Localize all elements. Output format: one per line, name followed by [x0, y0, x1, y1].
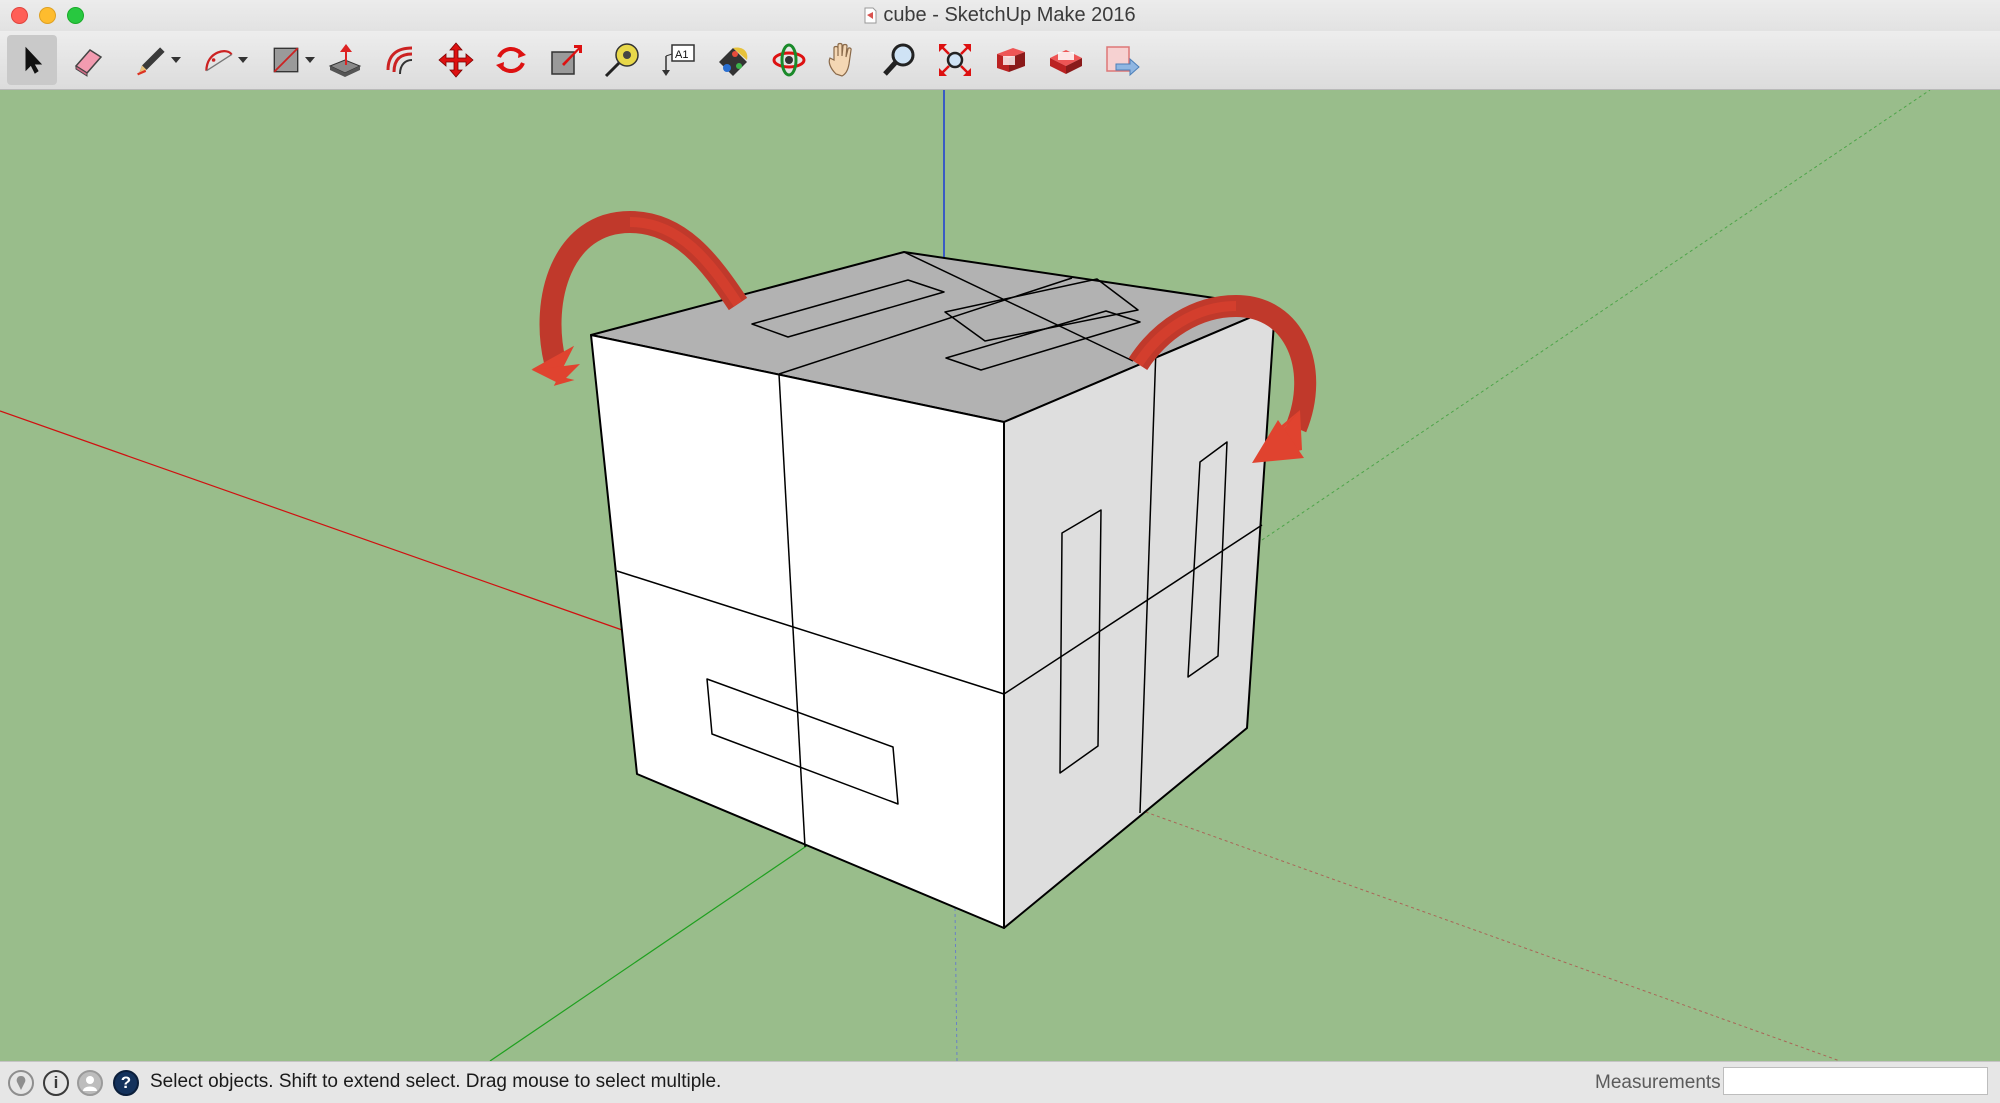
window-controls — [11, 7, 84, 24]
move-tool-button[interactable] — [431, 35, 481, 85]
document-icon — [864, 7, 877, 24]
rectangle-tool-button[interactable] — [257, 35, 315, 85]
user-account-icon[interactable] — [77, 1070, 103, 1096]
zoom-icon — [883, 43, 915, 76]
rectangle-tool-dropdown-caret[interactable] — [305, 57, 315, 63]
green-axis-dashed-line — [1261, 90, 1931, 541]
svg-text:A1: A1 — [675, 49, 688, 61]
close-window-button[interactable] — [11, 7, 28, 24]
measurements-input[interactable] — [1723, 1067, 1988, 1095]
line-tool-button[interactable] — [123, 35, 181, 85]
zoom-tool-button[interactable] — [875, 35, 925, 85]
red-axis-line — [0, 410, 626, 632]
scene-canvas[interactable] — [0, 90, 2000, 1061]
text-icon: A1 — [662, 44, 695, 76]
window-title: cube - SketchUp Make 2016 — [883, 4, 1136, 26]
tape-measure-tool-button[interactable] — [597, 35, 647, 85]
move-icon — [438, 42, 474, 78]
extension-warehouse-icon — [1050, 50, 1082, 74]
paint-bucket-tool-button[interactable] — [708, 35, 758, 85]
offset-icon — [386, 46, 413, 75]
push-pull-tool-button[interactable] — [320, 35, 370, 85]
share-model-tool-button[interactable] — [1097, 35, 1147, 85]
arrow-cursor-icon — [25, 46, 43, 74]
scale-icon — [551, 45, 582, 75]
scale-tool-button[interactable] — [542, 35, 592, 85]
warehouse-icon — [997, 48, 1025, 72]
title-bar: cube - SketchUp Make 2016 — [0, 0, 2000, 31]
pan-tool-button[interactable] — [819, 35, 869, 85]
extension-warehouse-tool-button[interactable] — [1041, 35, 1091, 85]
status-message: Select objects. Shift to extend select. … — [150, 1071, 722, 1092]
warehouse-tool-button[interactable] — [986, 35, 1036, 85]
paint-bucket-icon — [719, 47, 748, 76]
pan-hand-icon — [828, 42, 852, 77]
status-bar: i ? Select objects. Shift to extend sele… — [0, 1061, 2000, 1103]
rotate-icon — [496, 47, 526, 73]
text-tool-button[interactable]: A1 — [653, 35, 703, 85]
share-model-icon — [1106, 46, 1140, 77]
person-silhouette-icon — [83, 1076, 97, 1091]
push-pull-icon — [328, 44, 362, 77]
eraser-tool-button[interactable] — [63, 35, 113, 85]
green-axis-line — [489, 844, 809, 1061]
blue-axis-dashed-line — [954, 907, 958, 1061]
cube-model[interactable] — [590, 251, 1276, 929]
minimize-window-button[interactable] — [39, 7, 56, 24]
measurements-label: Measurements — [1595, 1072, 1721, 1093]
red-axis-dashed-line — [1139, 809, 1841, 1061]
select-tool-button[interactable] — [7, 35, 57, 85]
eraser-icon — [74, 49, 103, 77]
credits-info-icon[interactable]: i — [43, 1070, 69, 1096]
help-icon[interactable]: ? — [113, 1070, 139, 1096]
rectangle-icon — [273, 47, 299, 73]
rotate-tool-button[interactable] — [486, 35, 536, 85]
zoom-extents-tool-button[interactable] — [930, 35, 980, 85]
toolbar: A1 — [0, 31, 2000, 90]
cube-front-face — [590, 334, 1005, 929]
arc-tool-dropdown-caret[interactable] — [238, 57, 248, 63]
modeling-viewport[interactable] — [0, 90, 2000, 1061]
geolocation-icon[interactable] — [8, 1070, 34, 1096]
help-glyph: ? — [120, 1073, 132, 1092]
tape-measure-icon — [604, 43, 639, 78]
info-glyph: i — [53, 1073, 59, 1092]
orbit-tool-button[interactable] — [764, 35, 814, 85]
arc-icon — [205, 50, 233, 72]
offset-tool-button[interactable] — [375, 35, 425, 85]
arc-tool-button[interactable] — [190, 35, 248, 85]
orbit-icon — [772, 43, 806, 77]
zoom-window-button[interactable] — [67, 7, 84, 24]
zoom-extents-icon — [939, 44, 971, 76]
location-pin-icon — [16, 1076, 26, 1090]
pencil-icon — [137, 47, 165, 76]
line-tool-dropdown-caret[interactable] — [171, 57, 181, 63]
